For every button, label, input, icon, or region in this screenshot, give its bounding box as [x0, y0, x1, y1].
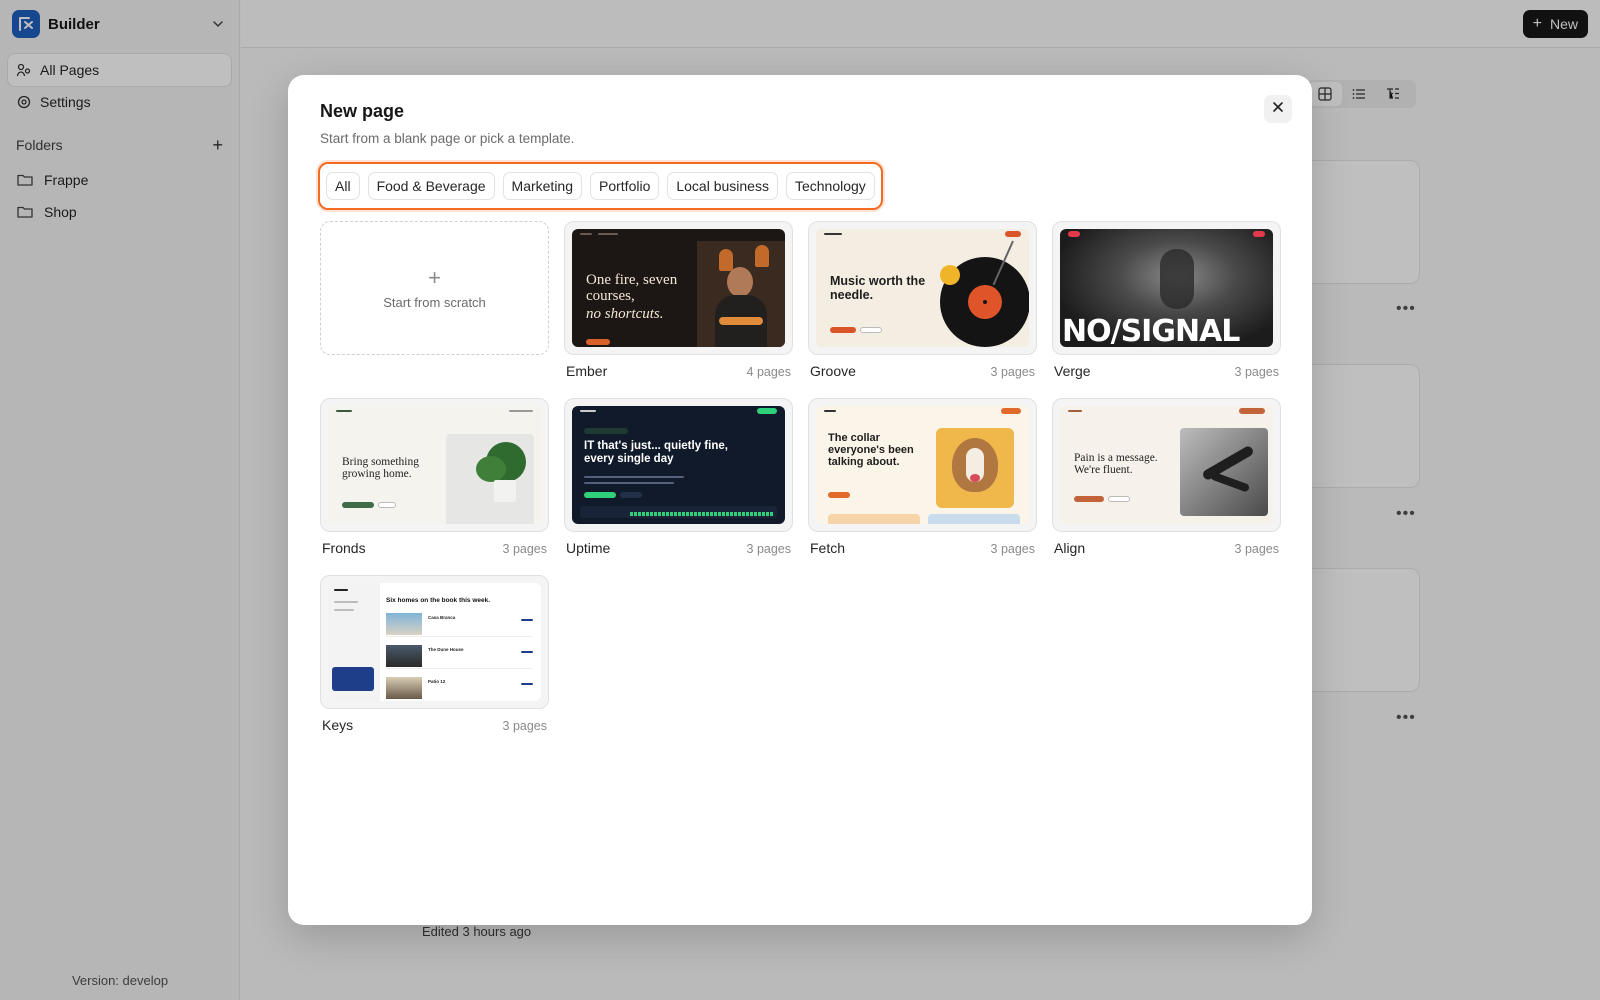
filter-chip-food-beverage[interactable]: Food & Beverage	[367, 172, 495, 200]
preview-headline: Pain is a message. We're fluent.	[1074, 452, 1158, 477]
template-tile-keys[interactable]: Six homes on the book this week. Casa Br…	[320, 575, 549, 733]
filter-chip-technology[interactable]: Technology	[785, 172, 875, 200]
template-tile-align[interactable]: Pain is a message. We're fluent. Align 3…	[1052, 398, 1281, 556]
template-name: Uptime	[566, 540, 611, 556]
preview-headline: Six homes on the book this week.	[386, 597, 491, 604]
filter-chip-marketing[interactable]: Marketing	[502, 172, 582, 200]
plant-photo	[446, 434, 534, 524]
verge-preview: NO/SIGNAL	[1060, 229, 1273, 347]
category-filter-bar: All Food & Beverage Marketing Portfolio …	[318, 162, 883, 210]
template-page-count: 3 pages	[1234, 542, 1279, 556]
listing-name: Casa Branca	[428, 615, 456, 620]
chef-photo	[697, 241, 785, 347]
template-name: Align	[1054, 540, 1086, 556]
template-tile-verge[interactable]: NO/SIGNAL Verge 3 pages	[1052, 221, 1281, 379]
template-name: Verge	[1054, 363, 1091, 379]
preview-headline: IT that's just... quietly fine, every si…	[584, 440, 728, 465]
filter-chip-all[interactable]: All	[326, 172, 360, 200]
align-preview: Pain is a message. We're fluent.	[1060, 406, 1273, 524]
listing-name: Patio 12	[428, 679, 446, 684]
template-thumbnail[interactable]: One fire, seven courses, no shortcuts.	[564, 221, 793, 355]
preview-headline: Music worth the needle.	[830, 274, 926, 302]
template-thumbnail[interactable]: Music worth the needle.	[808, 221, 1037, 355]
preview-headline: NO/SIGNAL	[1062, 314, 1240, 347]
template-page-count: 3 pages	[990, 365, 1035, 379]
ember-preview: One fire, seven courses, no shortcuts.	[572, 229, 785, 347]
preview-headline: One fire, seven courses,	[586, 272, 678, 304]
groove-preview: Music worth the needle.	[816, 229, 1029, 347]
template-page-count: 3 pages	[746, 542, 791, 556]
listing-row: Patio 12	[386, 675, 533, 701]
filter-chip-portfolio[interactable]: Portfolio	[590, 172, 660, 200]
start-from-scratch-tile[interactable]: + Start from scratch	[320, 221, 549, 355]
preview-headline: The collar everyone's been talking about…	[828, 432, 914, 469]
template-thumbnail[interactable]: The collar everyone's been talking about…	[808, 398, 1037, 532]
preview-headline: Bring something growing home.	[342, 456, 419, 481]
concert-figure	[1160, 249, 1194, 309]
preview-headline-italic: no shortcuts.	[586, 306, 664, 322]
template-tile-ember[interactable]: One fire, seven courses, no shortcuts. E…	[564, 221, 793, 379]
keys-preview: Six homes on the book this week. Casa Br…	[328, 583, 541, 701]
template-thumbnail[interactable]: NO/SIGNAL	[1052, 221, 1281, 355]
template-tile-fronds[interactable]: Bring something growing home. Fronds 3 p…	[320, 398, 549, 556]
template-page-count: 3 pages	[1234, 365, 1279, 379]
uptime-status-bar	[580, 506, 777, 518]
template-thumbnail[interactable]: IT that's just... quietly fine, every si…	[564, 398, 793, 532]
template-page-count: 3 pages	[502, 719, 547, 733]
yoga-photo	[1180, 428, 1268, 516]
listing-row: Casa Branca	[386, 611, 533, 637]
fetch-preview: The collar everyone's been talking about…	[816, 406, 1029, 524]
new-page-dialog: New page Start from a blank page or pick…	[288, 75, 1312, 925]
template-thumbnail[interactable]: Six homes on the book this week. Casa Br…	[320, 575, 549, 709]
scratch-card[interactable]: + Start from scratch	[320, 221, 549, 355]
dog-photo	[936, 428, 1014, 508]
uptime-preview: IT that's just... quietly fine, every si…	[572, 406, 785, 524]
dialog-subtitle: Start from a blank page or pick a templa…	[320, 131, 575, 146]
template-name: Fronds	[322, 540, 366, 556]
template-page-count: 3 pages	[990, 542, 1035, 556]
dialog-title: New page	[320, 101, 405, 121]
listing-row: The Dune House	[386, 643, 533, 669]
keys-sidebar	[328, 583, 380, 701]
template-name: Ember	[566, 363, 608, 379]
template-thumbnail[interactable]: Bring something growing home.	[320, 398, 549, 532]
plus-icon: +	[428, 264, 441, 290]
close-button[interactable]	[1264, 95, 1292, 123]
scratch-label: Start from scratch	[383, 294, 486, 310]
close-icon	[1272, 100, 1284, 118]
template-page-count: 4 pages	[746, 365, 791, 379]
template-thumbnail[interactable]: Pain is a message. We're fluent.	[1052, 398, 1281, 532]
template-page-count: 3 pages	[502, 542, 547, 556]
fronds-preview: Bring something growing home.	[328, 406, 541, 524]
template-name: Groove	[810, 363, 856, 379]
template-tile-fetch[interactable]: The collar everyone's been talking about…	[808, 398, 1037, 556]
template-tile-uptime[interactable]: IT that's just... quietly fine, every si…	[564, 398, 793, 556]
template-tile-groove[interactable]: Music worth the needle. Groove 3 pages	[808, 221, 1037, 379]
listing-name: The Dune House	[428, 647, 464, 652]
filter-chip-local-business[interactable]: Local business	[667, 172, 778, 200]
template-name: Keys	[322, 717, 354, 733]
template-name: Fetch	[810, 540, 846, 556]
